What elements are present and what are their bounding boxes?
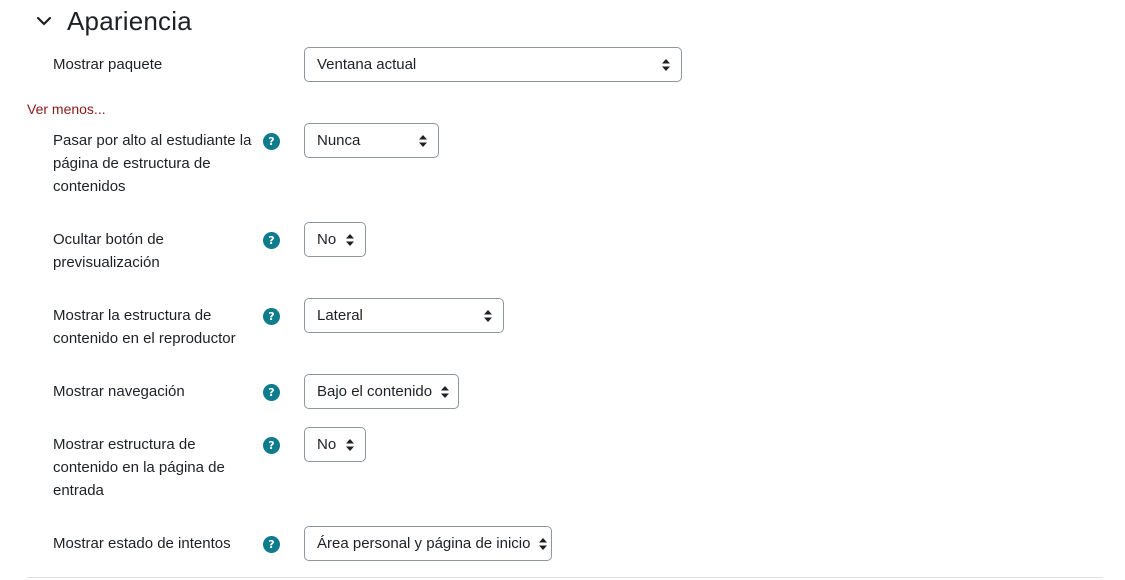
select-value: No (317, 231, 337, 248)
select-value: Nunca (317, 132, 361, 149)
select-value: Lateral (317, 307, 363, 324)
help-icon[interactable]: ? (263, 308, 280, 325)
label-pasar-por-alto: Pasar por alto al estudiante la página d… (53, 132, 252, 195)
chevron-down-icon[interactable] (34, 11, 54, 31)
section-title: Apariencia (67, 5, 192, 36)
sort-arrows-icon (345, 233, 355, 247)
show-less-link[interactable]: Ver menos... (27, 101, 106, 117)
help-icon[interactable]: ? (263, 437, 280, 454)
sort-arrows-icon (661, 58, 671, 72)
section-divider (27, 577, 1103, 578)
sort-arrows-icon (345, 438, 355, 452)
help-icon[interactable]: ? (263, 133, 280, 150)
label-mostrar-paquete: Mostrar paquete (53, 56, 163, 73)
label-estructura-entrada: Mostrar estructura de contenido en la pá… (53, 436, 225, 499)
sort-arrows-icon (538, 537, 548, 551)
select-pasar-por-alto[interactable]: Nunca (304, 123, 439, 158)
select-estructura-entrada[interactable]: No (304, 427, 366, 462)
select-value: No (317, 436, 337, 453)
select-value: Bajo el contenido (317, 383, 433, 400)
label-mostrar-navegacion: Mostrar navegación (53, 383, 185, 400)
sort-arrows-icon (418, 134, 428, 148)
label-estado-intentos: Mostrar estado de intentos (53, 535, 231, 552)
select-estructura-reproductor[interactable]: Lateral (304, 298, 504, 333)
select-mostrar-navegacion[interactable]: Bajo el contenido (304, 374, 459, 409)
select-mostrar-paquete[interactable]: Ventana actual (304, 47, 682, 82)
settings-page: Apariencia Mostrar paquete Ventana actua… (0, 0, 1125, 580)
label-estructura-reproductor: Mostrar la estructura de contenido en el… (53, 307, 236, 347)
help-icon[interactable]: ? (263, 232, 280, 249)
help-icon[interactable]: ? (263, 384, 280, 401)
section-toggle-apariencia[interactable]: Apariencia (34, 4, 192, 38)
label-ocultar-boton: Ocultar botón de previsualización (53, 231, 164, 271)
select-estado-intentos[interactable]: Área personal y página de inicio (304, 526, 552, 561)
select-ocultar-boton[interactable]: No (304, 222, 366, 257)
sort-arrows-icon (483, 309, 493, 323)
select-value: Área personal y página de inicio (317, 535, 531, 552)
help-icon[interactable]: ? (263, 536, 280, 553)
select-value: Ventana actual (317, 56, 417, 73)
sort-arrows-icon (440, 385, 450, 399)
